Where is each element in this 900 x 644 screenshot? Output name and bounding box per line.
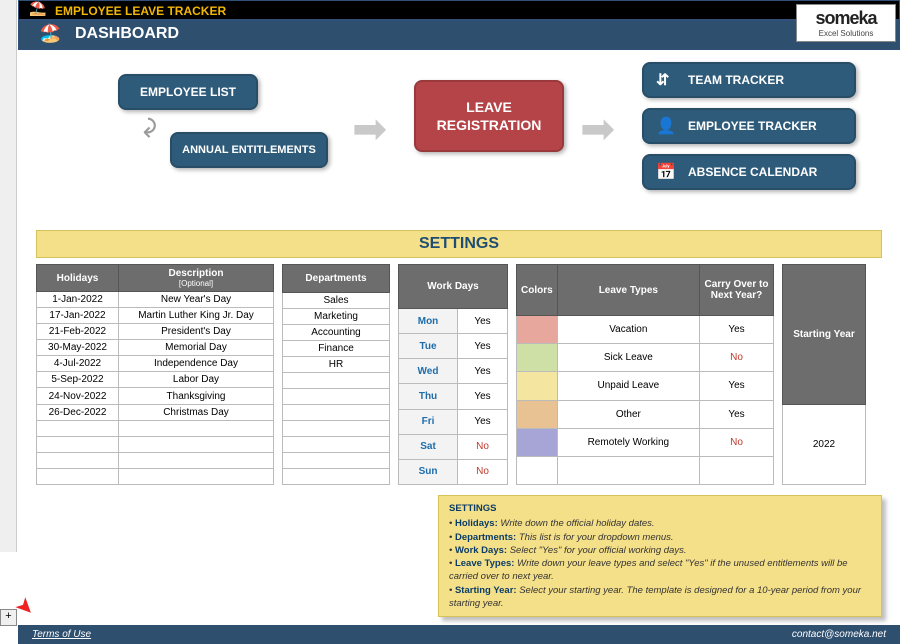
- table-row[interactable]: OtherYes: [517, 400, 774, 428]
- table-row[interactable]: Remotely WorkingNo: [517, 428, 774, 456]
- table-row[interactable]: HR: [283, 357, 390, 373]
- app-title: EMPLOYEE LEAVE TRACKER: [55, 4, 226, 18]
- table-row[interactable]: Sales: [283, 293, 390, 309]
- brand-logo[interactable]: someka Excel Solutions: [796, 4, 896, 42]
- table-row[interactable]: [37, 436, 274, 452]
- employee-list-button[interactable]: EMPLOYEE LIST: [118, 74, 258, 110]
- table-row[interactable]: [283, 405, 390, 421]
- table-row[interactable]: 17-Jan-2022Martin Luther King Jr. Day: [37, 308, 274, 324]
- table-row[interactable]: 5-Sep-2022Labor Day: [37, 372, 274, 388]
- team-icon: ⇵: [656, 70, 669, 90]
- holidays-table[interactable]: Holidays Description[Optional] 1-Jan-202…: [36, 264, 274, 485]
- beach-chair-icon: 🏖️: [39, 23, 61, 44]
- nav-label: LEAVE REGISTRATION: [416, 98, 562, 134]
- team-tracker-button[interactable]: ⇵ TEAM TRACKER: [642, 62, 856, 98]
- settings-heading: SETTINGS: [36, 230, 882, 258]
- col-leave-types: Leave Types: [557, 265, 699, 316]
- table-row[interactable]: 1-Jan-2022New Year's Day: [37, 292, 274, 308]
- table-row[interactable]: Marketing: [283, 309, 390, 325]
- departments-table[interactable]: Departments SalesMarketingAccountingFina…: [282, 264, 390, 485]
- leave-types-table[interactable]: Colors Leave Types Carry Over to Next Ye…: [516, 264, 774, 485]
- help-title: SETTINGS: [449, 502, 871, 515]
- table-row[interactable]: [283, 437, 390, 453]
- umbrella-icon: ⛱️: [29, 0, 46, 17]
- table-row[interactable]: SunNo: [399, 459, 508, 484]
- col-departments: Departments: [283, 265, 390, 293]
- nav-label: TEAM TRACKER: [688, 73, 784, 87]
- table-row[interactable]: [517, 456, 774, 484]
- table-row[interactable]: [283, 453, 390, 469]
- footer-bar: Terms of Use contact@someka.net: [18, 625, 900, 644]
- nav-label: EMPLOYEE TRACKER: [688, 119, 817, 133]
- starting-year-table[interactable]: Starting Year 2022: [782, 264, 866, 485]
- row-gutter: [0, 0, 17, 552]
- table-row[interactable]: [283, 389, 390, 405]
- employee-tracker-button[interactable]: 👤 EMPLOYEE TRACKER: [642, 108, 856, 144]
- table-row[interactable]: 26-Dec-2022Christmas Day: [37, 404, 274, 420]
- table-row[interactable]: [37, 420, 274, 436]
- col-description: Description[Optional]: [119, 265, 274, 292]
- table-row[interactable]: FriYes: [399, 409, 508, 434]
- table-row[interactable]: VacationYes: [517, 316, 774, 344]
- nav-label: EMPLOYEE LIST: [140, 85, 236, 99]
- table-row[interactable]: ThuYes: [399, 384, 508, 409]
- brand-tagline: Excel Solutions: [797, 29, 895, 38]
- table-row[interactable]: MonYes: [399, 309, 508, 334]
- person-add-icon: 👤: [656, 116, 676, 136]
- table-row[interactable]: Accounting: [283, 325, 390, 341]
- table-row[interactable]: 24-Nov-2022Thanksgiving: [37, 388, 274, 404]
- table-row[interactable]: 4-Jul-2022Independence Day: [37, 356, 274, 372]
- page-title: DASHBOARD: [75, 25, 179, 42]
- col-carry-over: Carry Over to Next Year?: [700, 265, 774, 316]
- table-row[interactable]: [283, 469, 390, 485]
- absence-calendar-button[interactable]: 📅 ABSENCE CALENDAR: [642, 154, 856, 190]
- terms-link[interactable]: Terms of Use: [32, 629, 91, 640]
- dashboard-nav: EMPLOYEE LIST ↷ ANNUAL ENTITLEMENTS ➡ LE…: [18, 50, 900, 230]
- col-colors: Colors: [517, 265, 558, 316]
- table-row[interactable]: [37, 452, 274, 468]
- table-row[interactable]: [283, 421, 390, 437]
- leave-registration-button[interactable]: LEAVE REGISTRATION: [414, 80, 564, 152]
- settings-help-box: SETTINGS • Holidays: Write down the offi…: [438, 495, 882, 617]
- col-workdays: Work Days: [399, 265, 508, 309]
- table-row[interactable]: WedYes: [399, 359, 508, 384]
- table-row[interactable]: 30-May-2022Memorial Day: [37, 340, 274, 356]
- curve-arrow-icon: ↷: [131, 117, 162, 139]
- starting-year-cell[interactable]: 2022: [783, 405, 866, 485]
- table-row[interactable]: TueYes: [399, 334, 508, 359]
- col-holidays: Holidays: [37, 265, 119, 292]
- table-row[interactable]: SatNo: [399, 434, 508, 459]
- table-row[interactable]: Unpaid LeaveYes: [517, 372, 774, 400]
- annual-entitlements-button[interactable]: ANNUAL ENTITLEMENTS: [170, 132, 328, 168]
- contact-email[interactable]: contact@someka.net: [792, 629, 886, 640]
- col-starting-year: Starting Year: [783, 265, 866, 405]
- table-row[interactable]: 21-Feb-2022President's Day: [37, 324, 274, 340]
- workdays-table[interactable]: Work Days MonYesTueYesWedYesThuYesFriYes…: [398, 264, 508, 485]
- nav-label: ANNUAL ENTITLEMENTS: [182, 144, 316, 156]
- table-row[interactable]: Sick LeaveNo: [517, 344, 774, 372]
- table-row[interactable]: [283, 373, 390, 389]
- app-title-bar: ⛱️ EMPLOYEE LEAVE TRACKER: [18, 0, 900, 20]
- page-title-bar: 🏖️ DASHBOARD: [18, 20, 900, 50]
- table-row[interactable]: Finance: [283, 341, 390, 357]
- table-row[interactable]: [37, 468, 274, 484]
- arrow-right-icon: ➡: [580, 104, 615, 153]
- nav-label: ABSENCE CALENDAR: [688, 165, 817, 179]
- calendar-icon: 📅: [656, 162, 676, 182]
- brand-name: someka: [797, 8, 895, 29]
- outline-expand-button[interactable]: +: [0, 609, 17, 626]
- arrow-right-icon: ➡: [352, 104, 387, 153]
